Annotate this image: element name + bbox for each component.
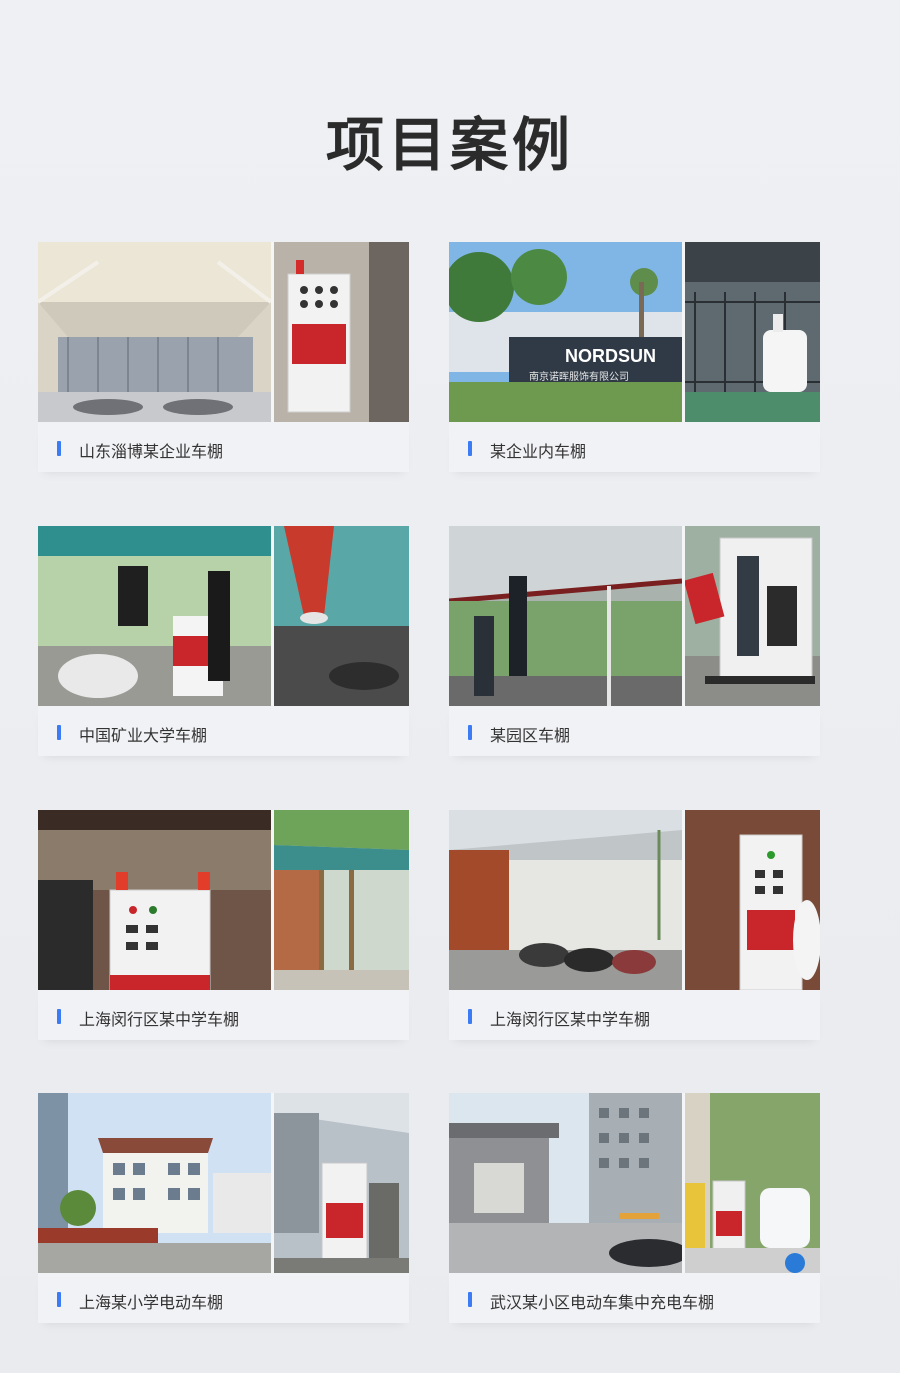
case-photo-roof-install [449, 526, 682, 706]
case-caption: 某企业内车棚 [449, 422, 820, 472]
case-photos [38, 526, 409, 706]
case-label: 上海闵行区某中学车棚 [490, 1010, 651, 1029]
case-card[interactable]: 上海某小学电动车棚 [38, 1093, 409, 1323]
caption-accent-bar [57, 1009, 61, 1024]
case-caption: 武汉某小区电动车集中充电车棚 [449, 1273, 820, 1323]
case-card[interactable]: 上海闵行区某中学车棚 [449, 810, 820, 1040]
case-card[interactable]: 山东淄博某企业车棚 [38, 242, 409, 472]
page-title: 项目案例 [325, 111, 574, 179]
case-photo-school-building [38, 1093, 271, 1273]
caption-accent-bar [57, 1292, 61, 1307]
case-photo-residential-gate [449, 1093, 682, 1273]
case-caption: 上海闵行区某中学车棚 [449, 990, 820, 1040]
case-label: 中国矿业大学车棚 [79, 726, 208, 745]
case-label: 上海闵行区某中学车棚 [79, 1010, 240, 1029]
case-photo-charger-box [685, 810, 820, 990]
case-photos [38, 1093, 409, 1273]
case-photo-charging-cabinet [274, 1093, 409, 1273]
case-photos [449, 810, 820, 990]
case-photo-ebike-shed [449, 810, 682, 990]
caption-accent-bar [468, 1292, 472, 1307]
case-photo-charging-station [685, 1093, 820, 1273]
caption-accent-bar [468, 725, 472, 740]
case-photo-walkway [274, 810, 409, 990]
case-caption: 山东淄博某企业车棚 [38, 422, 409, 472]
case-label: 上海某小学电动车棚 [79, 1293, 224, 1312]
case-card[interactable]: 上海闵行区某中学车棚 [38, 810, 409, 1040]
case-card[interactable]: 某园区车棚 [449, 526, 820, 756]
sign-brand-text: NORDSUN [565, 346, 656, 366]
case-caption: 中国矿业大学车棚 [38, 706, 409, 756]
case-photos [449, 1093, 820, 1273]
case-photo-cabinet [274, 242, 409, 422]
caption-accent-bar [468, 441, 472, 456]
caption-accent-bar [468, 1009, 472, 1024]
case-photo-workers [38, 526, 271, 706]
case-photos [449, 526, 820, 706]
caption-accent-bar [57, 725, 61, 740]
case-photo-control-panel [38, 810, 271, 990]
case-photos: NORDSUN 南京诺晖服饰有限公司 [449, 242, 820, 422]
sign-subtext: 南京诺晖服饰有限公司 [529, 370, 629, 383]
case-photo-canopy [274, 526, 409, 706]
case-caption: 上海某小学电动车棚 [38, 1273, 409, 1323]
case-caption: 上海闵行区某中学车棚 [38, 990, 409, 1040]
case-photo-shed [38, 242, 271, 422]
case-label: 某园区车棚 [490, 726, 571, 745]
case-card[interactable]: 武汉某小区电动车集中充电车棚 [449, 1093, 820, 1323]
case-caption: 某园区车棚 [449, 706, 820, 756]
case-label: 武汉某小区电动车集中充电车棚 [490, 1293, 715, 1312]
case-card[interactable]: 中国矿业大学车棚 [38, 526, 409, 756]
case-card[interactable]: NORDSUN 南京诺晖服饰有限公司 某企业内车棚 [449, 242, 820, 472]
case-photos [38, 810, 409, 990]
case-photo-company-sign: NORDSUN 南京诺晖服饰有限公司 [449, 242, 682, 422]
case-label: 某企业内车棚 [490, 442, 587, 461]
case-photo-fenced-area [685, 242, 820, 422]
case-photos [38, 242, 409, 422]
case-photo-pump-unit [685, 526, 820, 706]
case-label: 山东淄博某企业车棚 [79, 442, 224, 461]
caption-accent-bar [57, 441, 61, 456]
